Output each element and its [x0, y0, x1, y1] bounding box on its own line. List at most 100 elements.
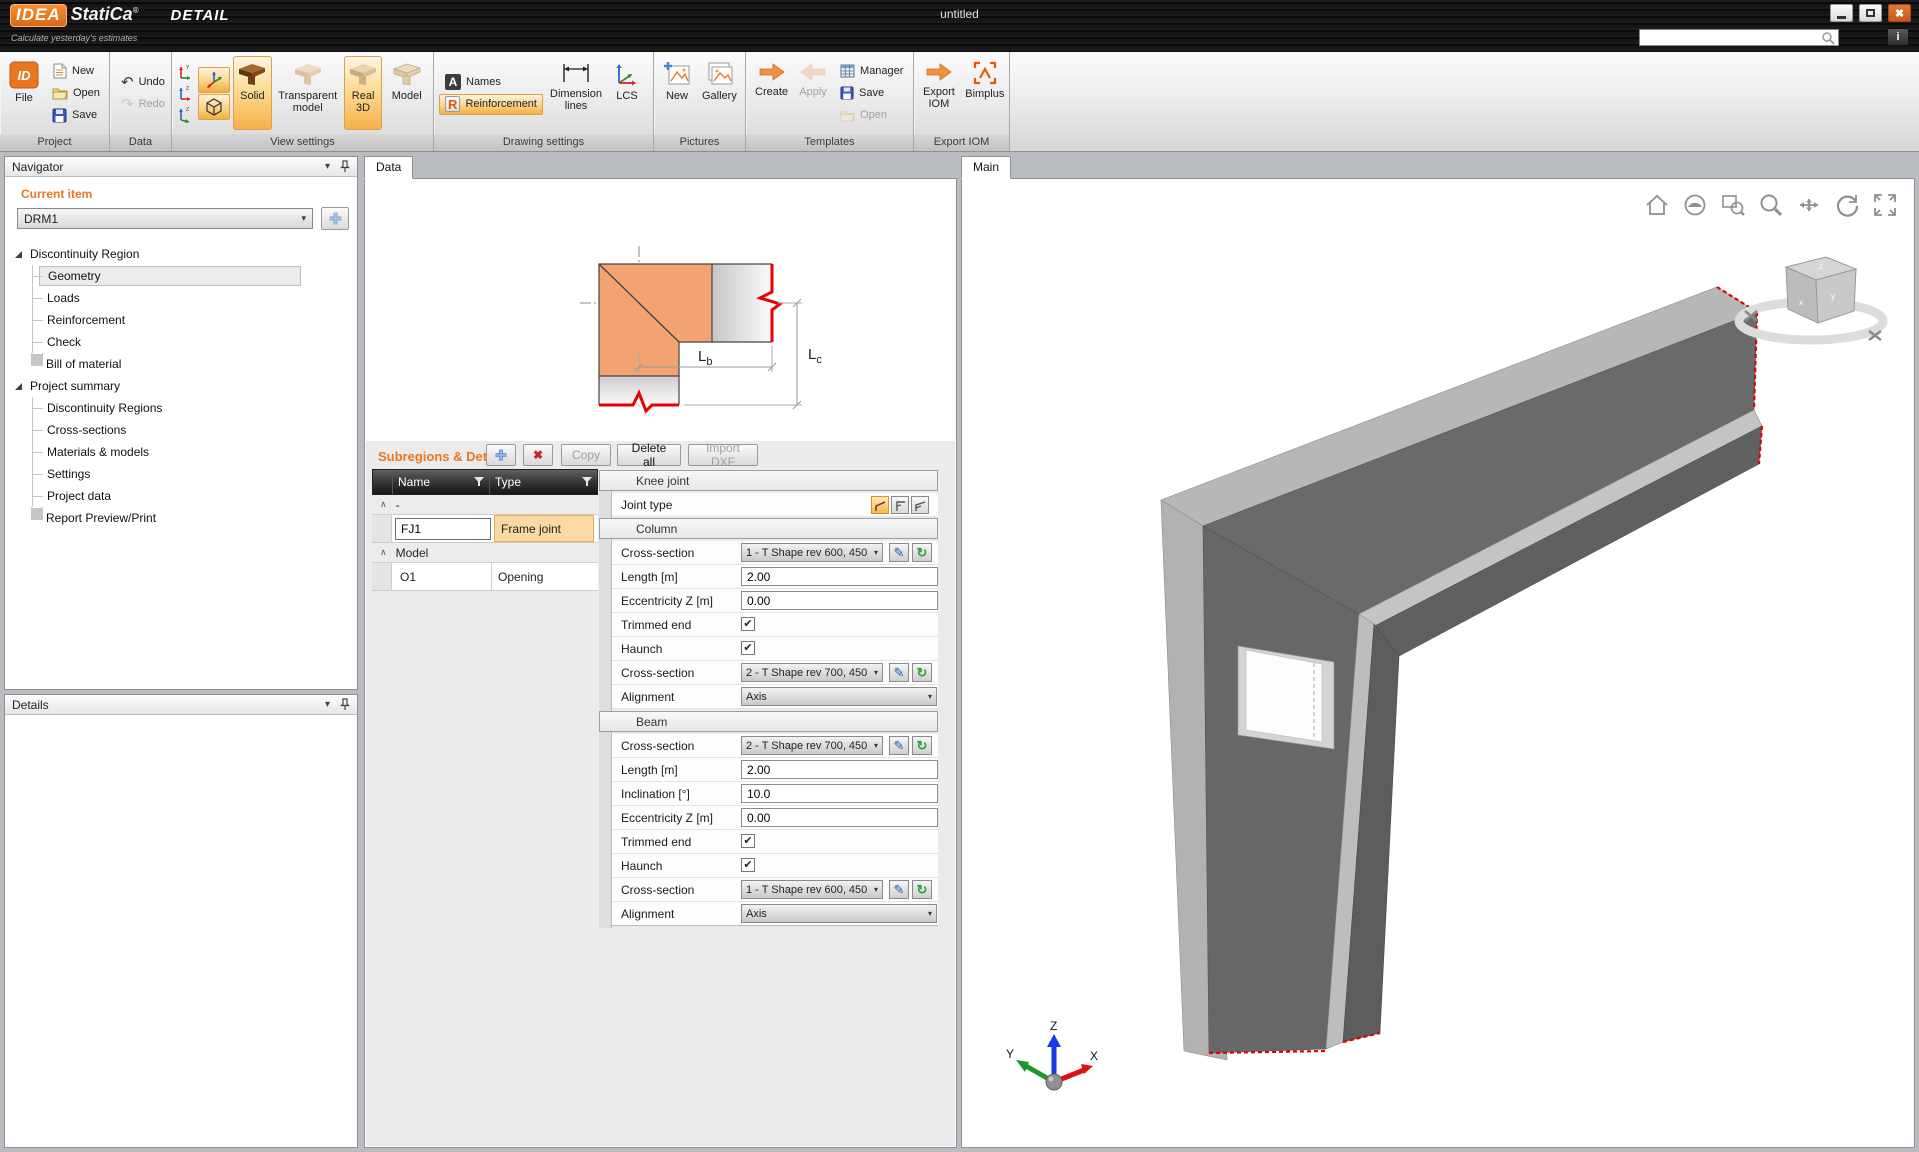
template-save-button[interactable]: Save: [834, 83, 909, 104]
table-group-dash[interactable]: ∧ -: [372, 495, 598, 515]
export-iom-button[interactable]: Export IOM: [919, 56, 959, 130]
column-length-input[interactable]: [741, 567, 938, 586]
home-view-icon[interactable]: [1644, 192, 1670, 218]
view-xy-axes-icon[interactable]: Y: [178, 63, 194, 81]
beam-length-input[interactable]: [741, 760, 938, 779]
tree-expander-icon[interactable]: [15, 251, 22, 258]
picture-gallery-button[interactable]: Gallery: [698, 56, 741, 130]
copy-button[interactable]: Copy: [561, 444, 611, 466]
file-button[interactable]: ID File: [5, 56, 43, 130]
refresh-cross-section-button[interactable]: ↻: [912, 880, 932, 899]
beam-haunch-checkbox[interactable]: ✔: [741, 858, 755, 872]
new-project-button[interactable]: New: [46, 61, 106, 82]
picture-new-button[interactable]: New: [659, 56, 695, 130]
viewport-3d[interactable]: xyz Z Y X: [961, 178, 1915, 1148]
view-direction-icon[interactable]: [1682, 192, 1708, 218]
beam-inclination-input[interactable]: [741, 784, 938, 803]
refresh-cross-section-button[interactable]: ↻: [912, 543, 932, 562]
solid-view-button[interactable]: Solid: [233, 56, 272, 130]
column-cross-section-select[interactable]: 1 - T Shape rev 600, 450▾: [741, 543, 883, 562]
bimplus-button[interactable]: Bimplus: [962, 56, 1008, 130]
delete-subregion-button[interactable]: ✖: [523, 444, 553, 466]
filter-icon[interactable]: [582, 477, 592, 487]
refresh-cross-section-button[interactable]: ↻: [912, 663, 932, 682]
edit-cross-section-button[interactable]: ✎: [889, 663, 909, 682]
navigator-collapse-icon[interactable]: ▾: [325, 161, 330, 172]
column-alignment-select[interactable]: Axis▾: [741, 687, 937, 706]
perspective-cube-button[interactable]: [198, 94, 230, 120]
tree-node-discontinuity-region[interactable]: Discontinuity Region: [5, 243, 357, 265]
template-apply-button[interactable]: Apply: [795, 56, 831, 130]
refresh-cross-section-button[interactable]: ↻: [912, 736, 932, 755]
template-create-button[interactable]: Create: [751, 56, 792, 130]
beam-eccentricity-input[interactable]: [741, 808, 938, 827]
view-yz-axes-icon[interactable]: Z: [178, 105, 194, 123]
edit-cross-section-button[interactable]: ✎: [889, 736, 909, 755]
reinforcement-toggle-button[interactable]: R Reinforcement: [439, 94, 543, 115]
tree-node-settings[interactable]: Settings: [32, 463, 357, 485]
filter-icon[interactable]: [474, 477, 484, 487]
zoom-icon[interactable]: [1758, 192, 1784, 218]
tree-node-check[interactable]: Check: [32, 331, 357, 353]
tab-data[interactable]: Data: [364, 156, 413, 179]
joint-type-option-3-button[interactable]: [911, 496, 929, 514]
beam-cross-section-select[interactable]: 2 - T Shape rev 700, 450▾: [741, 736, 883, 755]
dimension-lines-button[interactable]: Dimension lines: [546, 56, 606, 130]
delete-all-button[interactable]: Delete all: [617, 444, 681, 466]
view-cube[interactable]: xyz: [1731, 239, 1896, 349]
beam-alignment-select[interactable]: Axis▾: [741, 904, 937, 923]
beam-haunch-cross-section-select[interactable]: 1 - T Shape rev 600, 450▾: [741, 880, 883, 899]
edit-cross-section-button[interactable]: ✎: [889, 880, 909, 899]
tree-node-loads[interactable]: Loads: [32, 287, 357, 309]
details-pin-icon[interactable]: [340, 698, 350, 711]
maximize-button[interactable]: [1859, 4, 1882, 22]
view-xz-axes-icon[interactable]: Z: [178, 84, 194, 102]
beam-trimmed-end-checkbox[interactable]: ✔: [741, 834, 755, 848]
subregion-name-input[interactable]: [395, 518, 491, 540]
import-dxf-button[interactable]: Import DXF: [688, 444, 758, 466]
details-collapse-icon[interactable]: ▾: [325, 699, 330, 710]
table-row-o1[interactable]: O1 Opening: [372, 563, 598, 591]
redo-button[interactable]: ↷Redo: [115, 94, 171, 115]
current-item-select[interactable]: DRM1 ▾: [17, 208, 313, 229]
template-manager-button[interactable]: Manager: [834, 61, 909, 82]
table-group-model[interactable]: ∧ Model: [372, 543, 598, 563]
tree-node-project-summary[interactable]: Project summary: [5, 375, 357, 397]
save-project-button[interactable]: Save: [46, 105, 106, 126]
close-button[interactable]: ✖: [1888, 4, 1911, 22]
open-project-button[interactable]: Open: [46, 83, 106, 104]
tree-node-report-preview[interactable]: Report Preview/Print: [32, 507, 357, 529]
edit-cross-section-button[interactable]: ✎: [889, 543, 909, 562]
fit-view-icon[interactable]: [1872, 192, 1898, 218]
tab-main[interactable]: Main: [961, 156, 1011, 179]
column-eccentricity-input[interactable]: [741, 591, 938, 610]
tree-node-project-data[interactable]: Project data: [32, 485, 357, 507]
names-toggle-button[interactable]: A Names: [439, 72, 543, 93]
navigator-pin-icon[interactable]: [340, 160, 350, 173]
add-subregion-button[interactable]: [486, 444, 516, 466]
tree-node-reinforcement[interactable]: Reinforcement: [32, 309, 357, 331]
tree-expander-icon[interactable]: [15, 383, 22, 390]
tree-node-bill-of-material[interactable]: Bill of material: [32, 353, 357, 375]
add-item-button[interactable]: [321, 207, 349, 230]
column-trimmed-end-checkbox[interactable]: ✔: [741, 617, 755, 631]
real-3d-button[interactable]: Real 3D: [344, 56, 383, 130]
transparent-model-button[interactable]: Transparent model: [275, 56, 341, 130]
table-row-fj1[interactable]: Frame joint: [372, 515, 598, 543]
undo-button[interactable]: ↶Undo: [115, 72, 171, 93]
joint-type-option-1-button[interactable]: [871, 496, 889, 514]
column-haunch-cross-section-select[interactable]: 2 - T Shape rev 700, 450▾: [741, 663, 883, 682]
rotate-icon[interactable]: [1834, 192, 1860, 218]
tree-node-geometry[interactable]: Geometry: [32, 265, 357, 287]
joint-type-option-2-button[interactable]: [891, 496, 909, 514]
model-view-button[interactable]: Model: [385, 56, 428, 130]
lcs-button[interactable]: LCS: [609, 56, 645, 130]
tree-node-materials-models[interactable]: Materials & models: [32, 441, 357, 463]
pan-icon[interactable]: [1796, 192, 1822, 218]
zoom-window-icon[interactable]: [1720, 192, 1746, 218]
subregion-type-cell[interactable]: Frame joint: [494, 515, 594, 542]
template-open-button[interactable]: Open: [834, 105, 909, 126]
minimize-button[interactable]: [1830, 4, 1853, 22]
search-input[interactable]: [1640, 30, 1821, 45]
column-haunch-checkbox[interactable]: ✔: [741, 641, 755, 655]
